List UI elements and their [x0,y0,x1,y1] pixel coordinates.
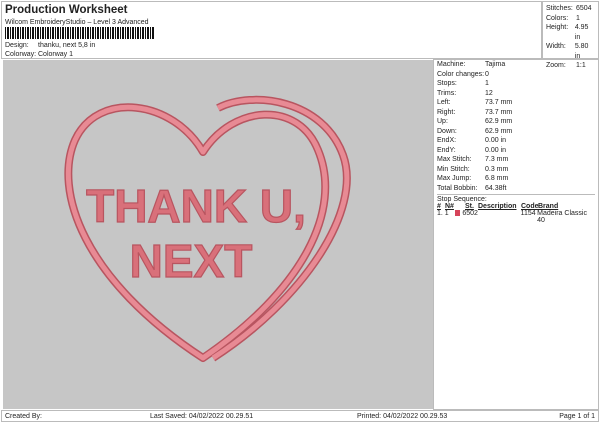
stop-sequence-header: # N# St. Description Code Brand [437,203,595,210]
colorway-value: Colorway 1 [38,51,74,58]
detail-value: Tajima [485,61,506,68]
detail-row: Max Stitch: 7.3 mm [437,155,595,165]
detail-row: Total Bobbin: 64.38ft [437,184,595,194]
embroidery-design: THANK U, NEXT [64,95,351,362]
design-text-line2: NEXT [130,235,253,287]
detail-label: Total Bobbin: [437,184,478,192]
detail-label: Stops: [437,80,457,87]
stat-label: Colors: [546,14,569,22]
detail-row: Trims: 12 [437,89,595,99]
stat-label: Height: [546,24,569,31]
detail-row: Color changes: 0 [437,70,595,80]
detail-value: 62.9 mm [485,118,513,125]
col-brand: Brand [538,203,559,210]
stat-label: Stitches: [546,5,573,12]
detail-label: Max Stitch: [437,156,472,163]
created-by: Created By: [5,412,42,420]
detail-value: 0.00 in [485,137,507,144]
row-num: 1. [437,210,443,217]
detail-value: 64.38ft [485,184,507,192]
detail-row: Max Jump: 6.8 mm [437,174,595,184]
stop-row: 1. 1 6502 1154 Madeira Classic 40 [437,210,595,224]
col-code: Code [521,203,539,210]
footer: Created By: Last Saved: 04/02/2022 00.29… [1,410,599,422]
detail-value: 0.00 in [485,146,507,154]
details-panel: Machine: Tajima Color changes: 0 Stops: 1 Trim… [433,59,599,410]
col-st: St. [465,203,474,210]
design-value: thanku, next 5,8 in [38,42,96,49]
design-label: Design: [5,42,29,49]
detail-row: Stops: 1 [437,79,595,89]
design-row: Design: thanku, next 5,8 in [5,42,95,49]
detail-label: Up: [437,118,448,125]
detail-row: Up: 62.9 mm [437,117,595,127]
detail-row: EndY: 0.00 in [437,146,595,156]
detail-row: Left: 73.7 mm [437,98,595,108]
design-preview: THANK U, NEXT [3,60,433,409]
stat-row: Height: 4.95 in [546,23,595,42]
detail-value: 73.7 mm [485,108,513,116]
page-title: Production Worksheet [5,4,128,16]
barcode [5,27,155,39]
detail-row: Right: 73.7 mm [437,108,595,118]
detail-value: 7.3 mm [485,156,509,163]
last-saved: Last Saved: 04/02/2022 00.29.51 [150,412,254,420]
stat-value: 6504 [576,5,592,12]
stats-panel: Stitches: 6504 Colors: 1 Height: 4.95 in Wi… [542,1,599,69]
detail-label: EndY: [437,146,456,154]
detail-label: EndX: [437,137,457,144]
col-description: Description [478,203,517,210]
detail-row: Down: 62.9 mm [437,127,595,137]
detail-value: 12 [485,89,493,97]
detail-label: Left: [437,99,451,106]
row-n: 1 [444,210,449,217]
detail-value: 6.8 mm [485,175,509,182]
stat-value: 1 [576,14,580,22]
printed-date: Printed: 04/02/2022 00.29.53 [357,412,448,420]
col-num: # [437,203,441,210]
detail-value: 62.9 mm [485,127,513,135]
detail-label: Machine: [437,61,466,68]
detail-label: Color changes: [437,70,485,78]
stat-row: Stitches: 6504 [546,4,595,14]
stat-row: Colors: 1 [546,14,595,24]
stop-sequence-label: Stop Sequence: [437,196,487,203]
stop-sequence: Stop Sequence: # N# St. Description Code… [437,194,595,224]
color-swatch [454,210,461,216]
col-n: N# [445,203,454,210]
colorway-row: Colorway: Colorway 1 [5,51,73,58]
detail-row: Machine: Tajima [437,60,595,70]
row-code: 1154 [520,210,536,217]
detail-label: Trims: [437,89,457,97]
detail-label: Right: [437,108,456,116]
header-panel: Production Worksheet Wilcom EmbroiderySt… [1,1,542,59]
row-brand: Madeira Classic 40 [537,210,587,224]
colorway-label: Colorway: [5,51,37,58]
page-number: Page 1 of 1 [559,412,595,420]
detail-value: 73.7 mm [485,99,513,106]
detail-value: 1 [485,80,489,87]
detail-label: Max Jump: [437,175,472,182]
detail-row: Min Stitch: 0.3 mm [437,165,595,175]
detail-value: 0 [485,70,489,78]
detail-value: 0.3 mm [485,165,509,173]
row-stitches: 6502 [462,210,478,217]
detail-label: Down: [437,127,457,135]
design-text-line1: THANK U, [86,180,306,232]
software-name: Wilcom EmbroideryStudio – Level 3 Advanc… [5,19,149,26]
stat-value: 4.95 in [574,24,589,41]
detail-row: EndX: 0.00 in [437,136,595,146]
detail-label: Min Stitch: [437,165,470,173]
